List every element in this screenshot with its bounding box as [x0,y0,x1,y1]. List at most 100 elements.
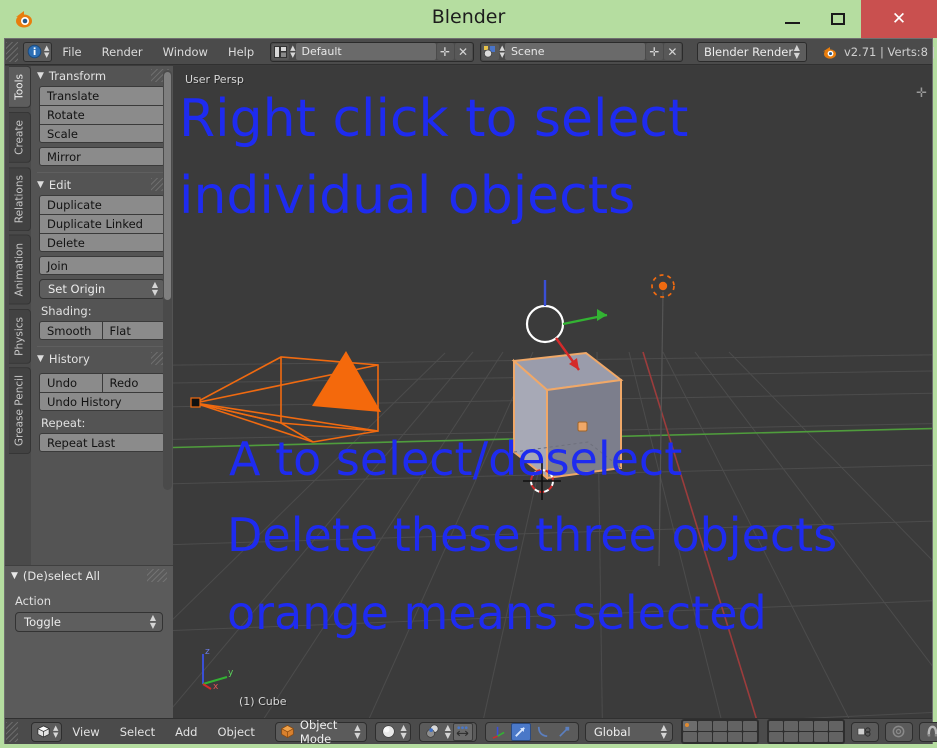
sidebar-tab-create[interactable]: Create [9,111,31,163]
sidebar-tab-create-label: Create [13,119,26,155]
annotation-line-2: individual objects [179,166,636,226]
transform-orientation-value: Global [593,724,631,739]
translate-manipulator-icon[interactable] [489,723,509,741]
button-duplicate[interactable]: Duplicate [39,195,165,214]
editor-type-selector[interactable]: ▲ ▼ [23,41,53,62]
operator-panel-header[interactable]: ▼ (De)select All [5,566,173,586]
layer-button[interactable] [682,721,697,731]
close-button[interactable]: ✕ [861,0,937,38]
menu-select[interactable]: Select [110,725,165,739]
3d-viewport[interactable]: z y x User Persp (1) Cube ✛ Right click … [173,66,932,718]
add-screen-layout-button[interactable]: ✛ [436,43,454,60]
layer-button[interactable] [783,721,798,731]
layer-button[interactable] [828,721,843,731]
button-redo[interactable]: Redo [101,373,165,392]
panel-resize-grip[interactable] [147,569,167,582]
menu-window[interactable]: Window [153,39,218,65]
panel-header-history[interactable]: ▼ History [31,349,173,369]
scene-selector[interactable]: ▲ ▼ Scene ✛ ✕ [479,41,683,62]
sidebar-tab-tools[interactable]: Tools [9,66,31,108]
layer-button[interactable] [712,732,727,742]
editor-type-selector-3dview[interactable]: ▲ ▼ [31,721,63,742]
button-shade-flat[interactable]: Flat [101,321,165,340]
viewport-shading-selector[interactable]: ▲ ▼ [374,721,411,742]
menu-add[interactable]: Add [165,725,207,739]
layer-button[interactable] [712,721,727,731]
dropdown-action[interactable]: Toggle ▲ ▼ [15,612,163,632]
button-shade-smooth[interactable]: Smooth [39,321,102,340]
add-scene-button[interactable]: ✛ [645,43,663,60]
menu-view[interactable]: View [62,725,109,739]
dropdown-set-origin[interactable]: Set Origin ▲ ▼ [39,279,165,299]
scene-value[interactable]: Scene [504,43,645,60]
layer-button[interactable] [727,732,742,742]
layer-button[interactable] [768,721,783,731]
blender-icon [821,44,838,60]
delete-scene-button[interactable]: ✕ [663,43,681,60]
panel-header-edit[interactable]: ▼ Edit [31,175,173,195]
button-duplicate-linked[interactable]: Duplicate Linked [39,214,165,233]
button-undo-history[interactable]: Undo History [39,392,165,411]
sidebar-tab-relations-label: Relations [13,174,26,223]
snap-magnet-icon[interactable] [923,723,937,741]
sidebar-tab-animation[interactable]: Animation [9,235,31,305]
button-rotate[interactable]: Rotate [39,105,165,124]
snap-magnet-group[interactable]: ▲▼ [918,721,937,742]
button-mirror[interactable]: Mirror [39,147,165,166]
layer-button[interactable] [727,721,742,731]
sidebar-tab-relations[interactable]: Relations [9,166,31,231]
annotation-line-5: orange means selected [227,586,767,640]
pivot-point-selector[interactable]: ▲ ▼ [418,721,477,742]
layer-button[interactable] [828,732,843,742]
maximize-button[interactable] [815,0,861,38]
layer-button[interactable] [697,721,712,731]
editor-corner-grip[interactable] [5,720,19,744]
button-join[interactable]: Join [39,256,165,275]
button-scale[interactable]: Scale [39,124,165,143]
menu-render[interactable]: Render [92,39,153,65]
editor-corner-grip[interactable] [5,40,19,64]
minimize-button[interactable] [769,0,815,38]
screen-layout-value[interactable]: Default [295,43,436,60]
button-undo[interactable]: Undo [39,373,102,392]
menu-help[interactable]: Help [218,39,264,65]
scene-layers-group-1[interactable] [680,719,759,744]
button-delete[interactable]: Delete [39,233,165,252]
sidebar-tab-grease-pencil[interactable]: Grease Pencil [9,367,31,455]
layer-button[interactable] [742,721,757,731]
layer-button[interactable] [798,732,813,742]
snap-element-icon[interactable] [555,723,575,741]
tool-shelf-scrollbar[interactable] [163,70,172,490]
layer-button[interactable] [813,732,828,742]
sidebar-tab-physics[interactable]: Physics [9,308,31,364]
delete-screen-layout-button[interactable]: ✕ [454,43,472,60]
rotate-manipulator-icon[interactable] [510,722,531,741]
object-mode-icon [280,724,295,739]
layer-button[interactable] [813,721,828,731]
manipulator-toggle-icon[interactable] [452,722,473,741]
menu-object[interactable]: Object [207,725,264,739]
interaction-mode-selector[interactable]: Object Mode ▲ ▼ [274,718,367,746]
layer-button[interactable] [697,732,712,742]
proportional-edit-icon[interactable] [855,723,875,741]
layer-button[interactable] [682,732,697,742]
proportional-edit-group[interactable] [850,721,879,742]
snap-target-group[interactable] [884,721,913,742]
menu-file[interactable]: File [52,39,91,65]
layer-button[interactable] [783,732,798,742]
render-engine-selector[interactable]: Blender Render ▲ ▼ [696,41,807,62]
layer-button[interactable] [742,732,757,742]
scene-layers-group-2[interactable] [766,719,845,744]
screen-layout-selector[interactable]: ▲ ▼ Default ✛ ✕ [270,41,474,62]
panel-header-transform[interactable]: ▼ Transform [31,66,173,86]
plus-icon[interactable]: ✛ [916,86,927,101]
transform-orientation-selector[interactable]: Global ▲ ▼ [584,721,673,742]
layer-button[interactable] [768,732,783,742]
scale-manipulator-icon[interactable] [533,723,553,741]
button-translate[interactable]: Translate [39,86,165,105]
layer-button[interactable] [798,721,813,731]
editor-type-arrows: ▲ ▼ [44,43,50,59]
button-repeat-last[interactable]: Repeat Last [39,433,165,452]
snap-target-icon[interactable] [889,723,909,741]
scrollbar-thumb[interactable] [164,72,171,300]
